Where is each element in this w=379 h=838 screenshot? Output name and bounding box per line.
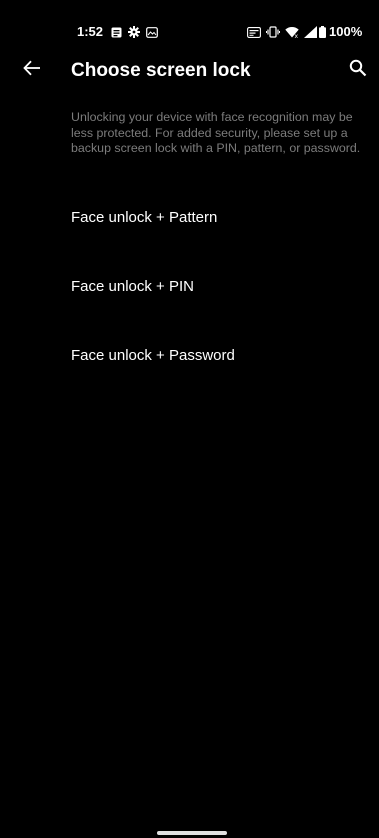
svg-text:x: x	[295, 33, 299, 38]
signal-icon	[303, 25, 317, 39]
page-title: Choose screen lock	[71, 60, 251, 81]
search-icon	[349, 59, 367, 82]
battery-percent: 100%	[329, 24, 363, 39]
battery-icon	[318, 25, 327, 39]
wifi-icon: x	[285, 25, 299, 39]
app-bar: Choose screen lock	[0, 52, 379, 92]
option-label: Face unlock + Pattern	[71, 209, 218, 226]
description-text: Unlocking your device with face recognit…	[71, 110, 361, 156]
option-face-unlock-pattern[interactable]: Face unlock + Pattern	[0, 192, 379, 244]
option-face-unlock-password[interactable]: Face unlock + Password	[0, 330, 379, 382]
search-button[interactable]	[346, 58, 370, 82]
back-button[interactable]	[20, 58, 44, 82]
data-saver-icon	[247, 25, 261, 39]
status-bar: 1:52 x 100%	[0, 0, 379, 42]
status-time: 1:52	[77, 24, 104, 39]
vibrate-icon	[266, 25, 280, 39]
arrow-left-icon	[23, 60, 41, 81]
image-icon	[146, 25, 158, 39]
notes-icon	[110, 25, 122, 39]
option-label: Face unlock + Password	[71, 347, 235, 364]
option-label: Face unlock + PIN	[71, 278, 194, 295]
option-face-unlock-pin[interactable]: Face unlock + PIN	[0, 261, 379, 313]
gear-icon	[128, 25, 140, 39]
gesture-nav-handle[interactable]	[157, 831, 227, 835]
